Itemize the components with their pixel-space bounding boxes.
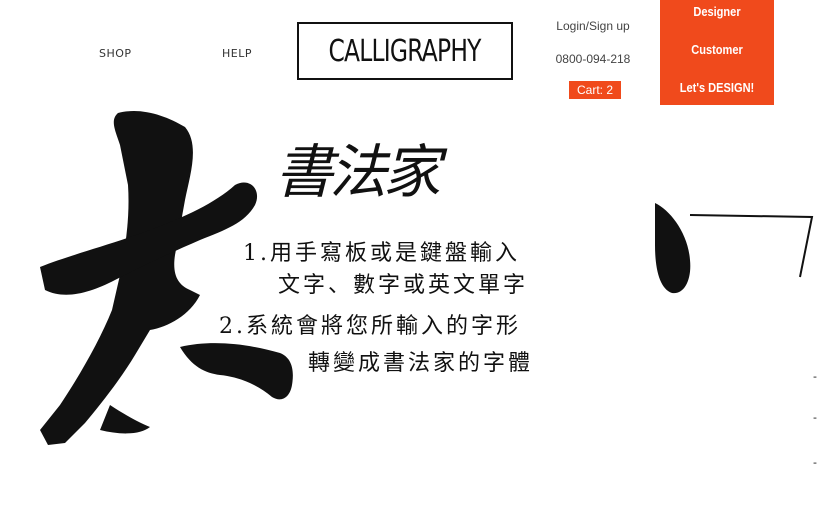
login-signup-link[interactable]: Login/Sign up [545, 19, 641, 33]
brush-stroke-right-sweep [180, 343, 293, 400]
logo-text: CALLIGRAPHY [328, 33, 482, 69]
brush-stroke-right-dot [655, 203, 691, 294]
step1-line2: 文字、數字或英文單字 [278, 273, 529, 298]
side-dash-2: - [813, 411, 817, 424]
phone-number: 0800-094-218 [555, 52, 631, 66]
side-dash-3: - [813, 456, 817, 469]
brush-stroke-right-line [689, 214, 814, 278]
hero-title: 書法家 [275, 138, 441, 206]
role-menu-panel: Designer Customer Let's DESIGN! [660, 0, 774, 105]
nav-shop-link[interactable]: SHOP [99, 47, 132, 60]
hero-banner: 書法家 1.用手寫板或是鍵盤輸入 文字、數字或英文單字 2.系統會將您所輸入的字… [0, 105, 832, 508]
cart-button[interactable]: Cart: 2 [569, 81, 621, 99]
step1-line1: 1.用手寫板或是鍵盤輸入 [243, 241, 520, 266]
step2-line1: 2.系統會將您所輸入的字形 [219, 314, 521, 339]
side-dash-1: - [813, 370, 817, 383]
brush-stroke-tail [100, 405, 150, 434]
designer-link[interactable]: Designer [669, 4, 766, 19]
lets-design-link[interactable]: Let's DESIGN! [669, 80, 766, 95]
site-logo[interactable]: CALLIGRAPHY [297, 22, 513, 80]
customer-link[interactable]: Customer [669, 42, 766, 57]
step2-line2: 轉變成書法家的字體 [308, 351, 534, 376]
nav-help-link[interactable]: HELP [222, 47, 252, 60]
